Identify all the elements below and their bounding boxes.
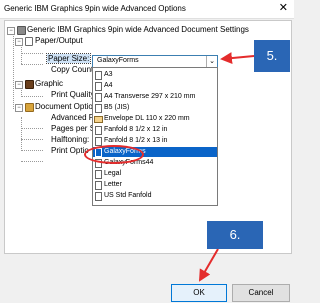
page-icon	[95, 93, 102, 102]
paper-size-label: Paper Size:	[45, 53, 92, 64]
collapse-icon[interactable]: −	[15, 38, 23, 46]
close-icon[interactable]: ✕	[279, 2, 288, 14]
page-icon	[95, 104, 102, 113]
collapse-icon[interactable]: −	[15, 81, 23, 89]
tree-guide-line	[21, 53, 43, 54]
paper-icon	[25, 37, 33, 46]
tree-item-advanced[interactable]: Advanced P	[51, 113, 94, 123]
page-icon	[95, 137, 102, 146]
title-bar: Generic IBM Graphics 9pin wide Advanced …	[0, 0, 294, 19]
copy-count-label: Copy Count	[51, 65, 94, 74]
tree-guide-line	[21, 150, 43, 151]
tree-node-label: Paper/Output	[35, 36, 83, 45]
page-icon	[95, 71, 102, 80]
halftoning-label: Halftoning:	[51, 135, 90, 144]
page-icon	[95, 181, 102, 190]
list-item[interactable]: B5 (JIS)	[93, 103, 217, 113]
tree-guide-line	[21, 117, 22, 151]
list-item[interactable]: Fanfold 8 1/2 x 12 in	[93, 125, 217, 135]
ok-button[interactable]: OK	[171, 284, 227, 302]
paper-size-list[interactable]: A3 A4 A4 Transverse 297 x 210 mm B5 (JIS…	[92, 67, 218, 206]
tree-guide-line	[21, 64, 43, 65]
tree-node-label: Document Optio	[35, 102, 93, 111]
tree-root-label: Generic IBM Graphics 9pin wide Advanced …	[27, 25, 249, 34]
advanced-label: Advanced P	[51, 113, 95, 122]
cancel-button[interactable]: Cancel	[232, 284, 290, 302]
tree-item-copy-count[interactable]: Copy Count	[51, 65, 93, 75]
step-6-callout: 6.	[207, 221, 263, 249]
tree-item-print-quality[interactable]: Print Quality	[51, 90, 95, 100]
print-quality-label: Print Quality	[51, 90, 95, 99]
tree-item-paper-size[interactable]: Paper Size:	[45, 53, 92, 64]
page-icon	[95, 82, 102, 91]
list-item[interactable]: A4 Transverse 297 x 210 mm	[93, 92, 217, 102]
collapse-icon[interactable]: −	[15, 104, 23, 112]
tree-guide-line	[21, 128, 43, 129]
window-title: Generic IBM Graphics 9pin wide Advanced …	[4, 4, 186, 13]
page-icon	[95, 126, 102, 135]
graphic-icon	[25, 80, 34, 89]
list-item[interactable]: A4	[93, 81, 217, 91]
page-icon	[95, 170, 102, 179]
tree-item-halftoning[interactable]: Halftoning:	[51, 135, 89, 145]
paper-size-value: GalaxyForms	[97, 57, 139, 64]
highlight-ring	[84, 145, 144, 164]
envelope-icon	[94, 116, 103, 123]
list-item[interactable]: A3	[93, 70, 217, 80]
list-item[interactable]: Letter	[93, 180, 217, 190]
tree-guide-line	[21, 161, 43, 162]
list-item[interactable]: Envelope DL 110 x 220 mm	[93, 114, 217, 124]
tree-guide-line	[13, 31, 14, 109]
printer-icon	[17, 26, 26, 35]
chevron-down-icon[interactable]: ⌄	[206, 56, 217, 67]
list-item[interactable]: Legal	[93, 169, 217, 179]
tree-guide-line	[21, 96, 43, 97]
tree-guide-line	[21, 139, 43, 140]
page-icon	[95, 192, 102, 201]
document-icon	[25, 103, 34, 112]
step-5-callout: 5.	[254, 40, 290, 72]
collapse-icon[interactable]: −	[7, 27, 15, 35]
list-item[interactable]: US Std Fanfold	[93, 191, 217, 201]
tree-node-label: Graphic	[35, 79, 64, 88]
